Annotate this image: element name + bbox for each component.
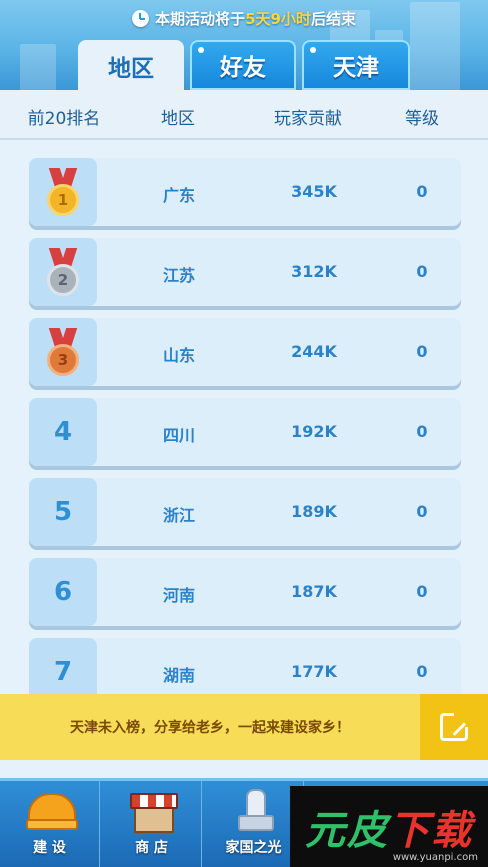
header-rank: 前20排名 [27,109,101,129]
event-countdown-notice: 本期活动将于 5天9小时 后结束 [0,6,488,30]
nav-home-glory[interactable]: 家国之光 [204,781,304,867]
tab-region-label: 地区 [108,56,154,82]
rank-number: 6 [53,577,73,607]
tab-tianjin-label: 天津 [333,55,379,81]
notice-prefix: 本期活动将于 [155,9,246,28]
ranking-row: 5 浙江 189K 0 [29,478,461,546]
row-contribution: 177K [291,662,337,681]
ranking-row: 6 河南 187K 0 [29,558,461,626]
ranking-row: 3 山东 244K 0 [29,318,461,386]
row-contribution: 187K [291,582,337,601]
row-region: 浙江 [162,506,195,525]
row-level: 0 [416,502,428,521]
row-region: 四川 [162,426,195,445]
ranking-row: 1 广东 345K 0 [29,158,461,226]
rank-number: 4 [53,417,73,447]
rank-badge: 3 [29,318,97,386]
share-button[interactable] [420,694,488,760]
rank-number: 5 [53,497,73,527]
ranking-list[interactable]: 1 广东 345K 0 2 江苏 312K 0 3 山东 244K 0 4 四川… [0,142,488,694]
row-level: 0 [416,182,428,201]
rank-badge: 6 [29,558,97,626]
nav-shop-label: 商 店 [135,840,168,856]
row-level: 0 [416,262,428,281]
bronze-medal-icon: 3 [45,328,81,376]
spacer [0,760,488,778]
nav-build-label: 建 设 [33,840,66,856]
watermark-url: www.yuanpi.com [392,852,478,863]
tab-dot-decoration [310,47,316,53]
silver-medal-icon: 2 [45,248,81,296]
ranking-row: 7 湖南 177K 0 [29,638,461,694]
rank-badge: 4 [29,398,97,466]
skyline-decoration [20,44,56,90]
watermark-char-2: 皮 [347,807,389,854]
header-level: 等级 [405,109,439,129]
row-level: 0 [416,342,428,361]
notice-countdown: 5天9小时 [245,9,311,28]
rank-badge: 1 [29,158,97,226]
row-level: 0 [416,422,428,441]
tab-dot-decoration [198,47,204,53]
ranking-row: 4 四川 192K 0 [29,398,461,466]
rank-number: 7 [53,657,73,687]
share-message: 天津未入榜，分享给老乡，一起来建设家乡！ [70,720,350,736]
row-contribution: 189K [291,502,337,521]
nav-shop[interactable]: 商 店 [102,781,202,867]
row-region: 河南 [162,586,195,605]
share-icon [440,713,468,741]
medal-rank: 2 [47,264,79,296]
tab-friends[interactable]: 好友 [190,40,296,90]
row-region: 湖南 [162,666,195,685]
medal-rank: 3 [47,344,79,376]
share-banner: 天津未入榜，分享给老乡，一起来建设家乡！ [0,694,488,760]
tab-region[interactable]: 地区 [78,40,184,92]
site-watermark: 元皮下载 www.yuanpi.com [290,786,488,867]
row-region: 广东 [162,186,195,205]
row-region: 江苏 [162,266,195,285]
row-contribution: 312K [291,262,337,281]
helmet-icon [25,789,78,831]
notice-suffix: 后结束 [310,9,356,28]
row-contribution: 192K [291,422,337,441]
header-contribution: 玩家贡献 [274,109,342,129]
row-contribution: 345K [291,182,337,201]
gold-medal-icon: 1 [45,168,81,216]
medal-rank: 1 [47,184,79,216]
tab-friends-label: 好友 [220,55,266,81]
nav-build[interactable]: 建 设 [0,781,100,867]
clock-icon [132,9,150,27]
header-region: 地区 [161,109,195,129]
ranking-row: 2 江苏 312K 0 [29,238,461,306]
row-contribution: 244K [291,342,337,361]
watermark-char-3: 下载 [389,807,473,854]
row-region: 山东 [162,346,195,365]
row-level: 0 [416,662,428,681]
nav-home-glory-label: 家国之光 [225,840,282,856]
table-header: 前20排名 地区 玩家贡献 等级 [0,90,488,140]
rank-badge: 2 [29,238,97,306]
watermark-logo: 元皮下载 [305,798,473,856]
rank-badge: 5 [29,478,97,546]
shop-icon [128,789,178,833]
row-level: 0 [416,582,428,601]
rocket-icon [230,789,278,831]
rank-badge: 7 [29,638,97,694]
watermark-char-1: 元 [305,807,347,854]
tab-tianjin[interactable]: 天津 [302,40,410,90]
